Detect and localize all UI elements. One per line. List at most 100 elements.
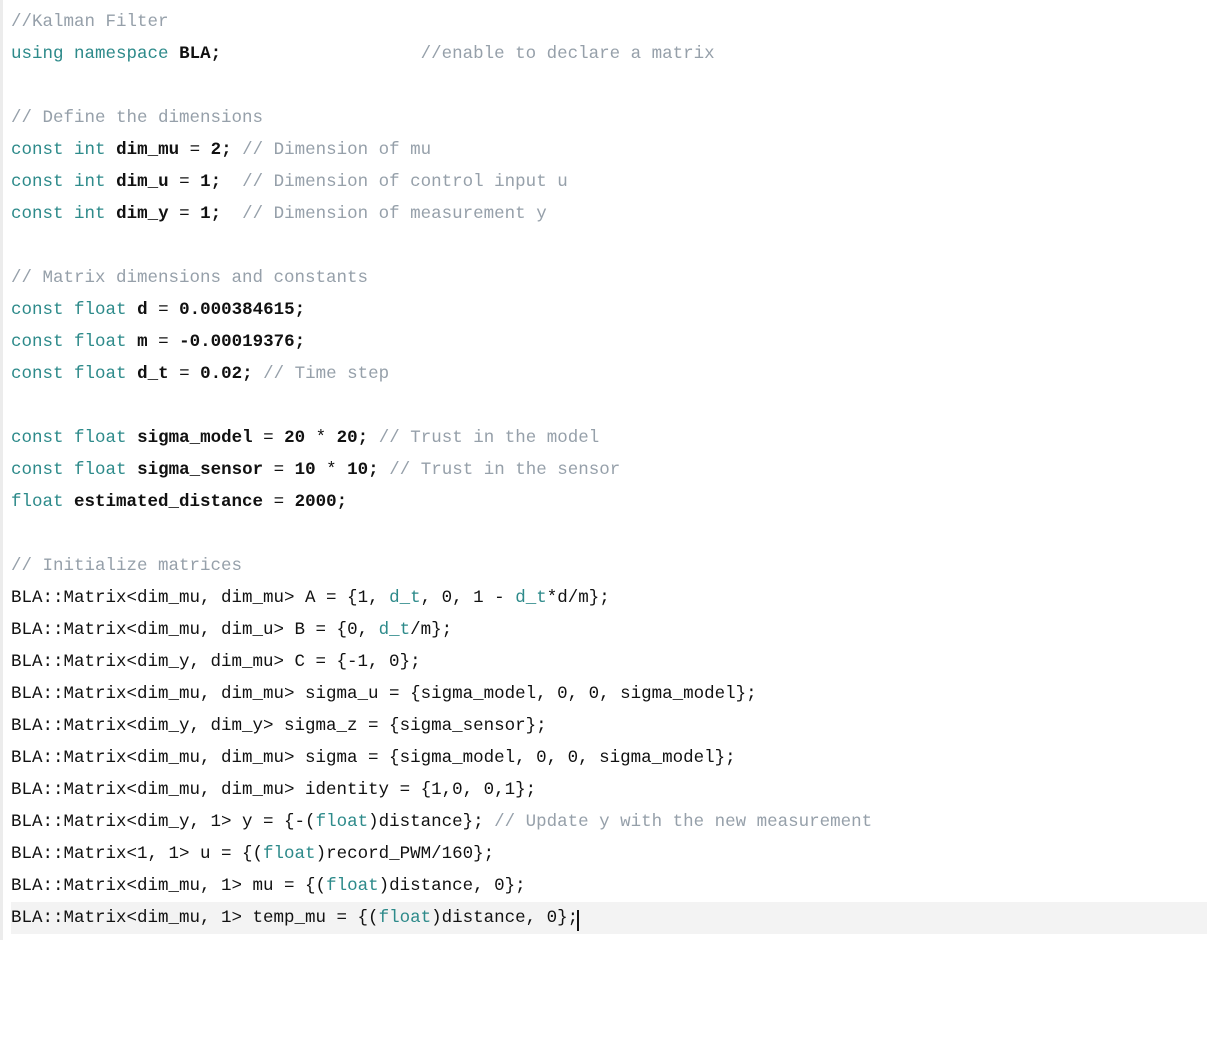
code-line: const float d_t = 0.02; // Time step [11, 358, 1207, 390]
code-line: BLA::Matrix<dim_y, dim_y> sigma_z = {sig… [11, 710, 1207, 742]
number-literal: 1 [473, 588, 484, 608]
op-minus: - [484, 588, 516, 608]
comment: // Matrix dimensions and constants [11, 268, 368, 288]
punct-semicolon: ; [211, 204, 222, 224]
op-eq: = [169, 204, 201, 224]
op-eq: = [148, 332, 180, 352]
code-line: BLA::Matrix<dim_mu, dim_u> B = {0, d_t/m… [11, 614, 1207, 646]
identifier: dim_y [116, 204, 169, 224]
code-text: )distance, 0}; [431, 908, 578, 928]
op-star: * [305, 428, 337, 448]
punct-semicolon: ; [211, 172, 222, 192]
code-line: BLA::Matrix<dim_mu, dim_mu> sigma = {sig… [11, 742, 1207, 774]
identifier-ref: d_t [379, 620, 411, 640]
number-literal: 2000 [295, 492, 337, 512]
code-line: BLA::Matrix<dim_y, dim_mu> C = {-1, 0}; [11, 646, 1207, 678]
code-text: )record_PWM/160}; [316, 844, 495, 864]
code-line: BLA::Matrix<dim_y, 1> y = {-(float)dista… [11, 806, 1207, 838]
code-line: float estimated_distance = 2000; [11, 486, 1207, 518]
keyword-float: float [11, 492, 64, 512]
whitespace [221, 204, 242, 224]
keyword-float-cast: float [326, 876, 379, 896]
identifier: dim_u [116, 172, 169, 192]
keyword-const: const [11, 364, 64, 384]
comment: // Define the dimensions [11, 108, 263, 128]
number-literal: -0.00019376 [179, 332, 295, 352]
identifier: m [137, 332, 148, 352]
comment: // Time step [263, 364, 389, 384]
number-literal: 10 [295, 460, 316, 480]
code-text: BLA::Matrix<dim_y, dim_mu> C = {-1, 0}; [11, 652, 421, 672]
code-line: BLA::Matrix<dim_mu, dim_mu> identity = {… [11, 774, 1207, 806]
keyword-const: const [11, 172, 64, 192]
code-line-blank [11, 230, 1207, 262]
code-line: using namespace BLA; //enable to declare… [11, 38, 1207, 70]
keyword-using: using [11, 44, 64, 64]
punct-comma: , [452, 588, 473, 608]
whitespace [253, 364, 264, 384]
number-literal: 20 [337, 428, 358, 448]
keyword-const: const [11, 204, 64, 224]
punct-comma: , [368, 588, 389, 608]
punct-semicolon: ; [221, 140, 232, 160]
number-literal: 0.02 [200, 364, 242, 384]
code-line: //Kalman Filter [11, 6, 1207, 38]
code-line: BLA::Matrix<dim_mu, dim_mu> A = {1, d_t,… [11, 582, 1207, 614]
code-line: const float m = -0.00019376; [11, 326, 1207, 358]
code-text: )distance, 0}; [379, 876, 526, 896]
keyword-const: const [11, 140, 64, 160]
keyword-int: int [74, 204, 106, 224]
keyword-float: float [74, 332, 127, 352]
comment: //enable to declare a matrix [421, 44, 715, 64]
code-line: BLA::Matrix<dim_mu, 1> mu = {(float)dist… [11, 870, 1207, 902]
number-literal: 1 [200, 172, 211, 192]
comment: // Initialize matrices [11, 556, 242, 576]
keyword-const: const [11, 460, 64, 480]
code-text: *d/m}; [547, 588, 610, 608]
number-literal: 0 [347, 620, 358, 640]
code-line-blank [11, 518, 1207, 550]
code-text: BLA::Matrix<dim_mu, 1> temp_mu = {( [11, 908, 379, 928]
punct-semicolon: ; [295, 332, 306, 352]
keyword-float-cast: float [263, 844, 316, 864]
keyword-namespace: namespace [74, 44, 169, 64]
comment: //Kalman Filter [11, 12, 169, 32]
code-text: BLA::Matrix<dim_mu, dim_mu> identity = {… [11, 780, 536, 800]
code-line: const int dim_u = 1; // Dimension of con… [11, 166, 1207, 198]
number-literal: 0.000384615 [179, 300, 295, 320]
identifier-ref: d_t [389, 588, 421, 608]
code-line: // Define the dimensions [11, 102, 1207, 134]
comment: // Trust in the sensor [389, 460, 620, 480]
whitespace [221, 172, 242, 192]
identifier: estimated_distance [74, 492, 263, 512]
keyword-float-cast: float [316, 812, 369, 832]
code-text: BLA::Matrix<dim_mu, dim_mu> sigma_u = {s… [11, 684, 757, 704]
punct-semicolon: ; [358, 428, 369, 448]
number-literal: 0 [442, 588, 453, 608]
whitespace [379, 460, 390, 480]
op-eq: = [263, 460, 295, 480]
code-text: BLA::Matrix<1, 1> u = {( [11, 844, 263, 864]
keyword-float-cast: float [379, 908, 432, 928]
punct-comma: , [421, 588, 442, 608]
identifier: sigma_model [137, 428, 253, 448]
identifier: sigma_sensor [137, 460, 263, 480]
code-line: const float sigma_model = 20 * 20; // Tr… [11, 422, 1207, 454]
code-line-blank [11, 70, 1207, 102]
op-eq: = [253, 428, 285, 448]
identifier: BLA [179, 44, 211, 64]
comment: // Dimension of control input u [242, 172, 568, 192]
op-eq: = [148, 300, 180, 320]
op-star: * [316, 460, 348, 480]
punct-semicolon: ; [211, 44, 222, 64]
code-line: BLA::Matrix<dim_mu, dim_mu> sigma_u = {s… [11, 678, 1207, 710]
keyword-float: float [74, 300, 127, 320]
op-eq: = [169, 364, 201, 384]
whitespace [368, 428, 379, 448]
code-editor[interactable]: //Kalman Filter using namespace BLA; //en… [0, 0, 1215, 940]
number-literal: 10 [347, 460, 368, 480]
keyword-int: int [74, 172, 106, 192]
whitespace [232, 140, 243, 160]
punct-semicolon: ; [368, 460, 379, 480]
punct-semicolon: ; [242, 364, 253, 384]
